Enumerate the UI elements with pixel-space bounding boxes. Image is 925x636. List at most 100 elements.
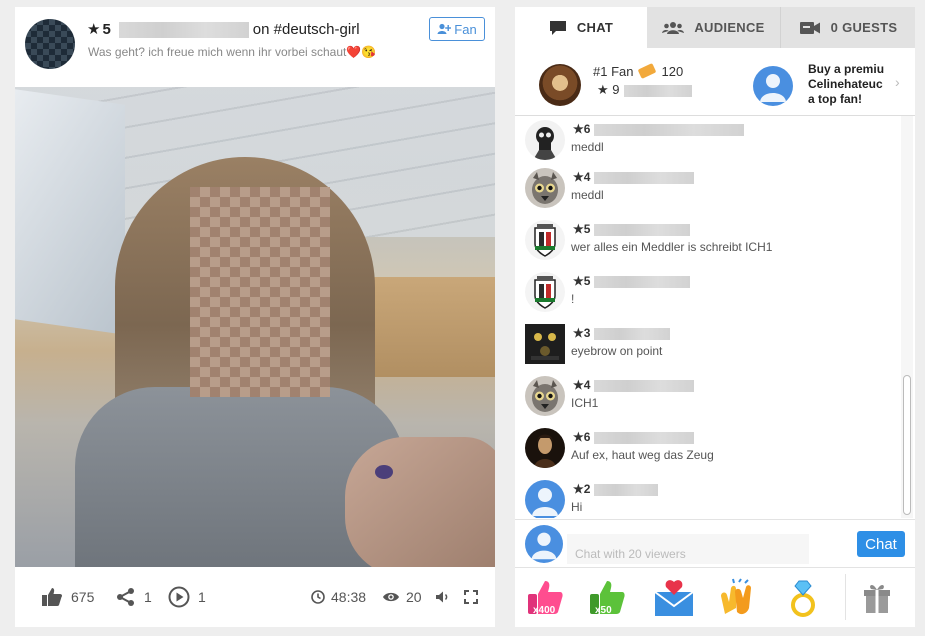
message-text: wer alles ein Meddler is schreibt ICH1 (571, 240, 773, 254)
gift-box-button[interactable] (857, 578, 897, 618)
message-text: ICH1 (571, 396, 599, 410)
message-username[interactable]: ★6 (573, 122, 745, 136)
chat-panel: CHAT AUDIENCE 0 GUESTS #1 Fan 120 ★ 9 Buy… (515, 7, 915, 627)
redacted-username (594, 171, 695, 184)
chat-bubble-icon (549, 20, 566, 35)
message-username[interactable]: ★5 (573, 222, 691, 236)
share-control[interactable]: 1 (116, 567, 152, 627)
like-gift[interactable]: x400 (525, 578, 565, 618)
tab-audience-label: AUDIENCE (694, 20, 765, 35)
coat-of-arms-icon (534, 276, 556, 309)
video-player[interactable] (15, 87, 495, 567)
redacted-username (594, 379, 695, 392)
user-avatar[interactable] (525, 480, 565, 518)
top-fan-avatar[interactable] (539, 64, 581, 106)
redacted-username[interactable] (118, 22, 249, 39)
user-avatar[interactable] (525, 168, 565, 208)
message-text: eyebrow on point (571, 344, 663, 358)
message-username[interactable]: ★4 (573, 170, 695, 184)
message-username[interactable]: ★5 (573, 274, 691, 288)
message-username[interactable]: ★3 (573, 326, 671, 340)
message-level: 2 (583, 482, 591, 496)
chat-scrollbar-thumb[interactable] (903, 375, 911, 515)
lemur-avatar-icon (532, 172, 558, 204)
user-avatar[interactable] (525, 272, 565, 312)
eye-icon (383, 592, 399, 602)
chevron-right-icon[interactable]: › (895, 74, 900, 90)
chat-message: ★6 meddl (525, 120, 895, 172)
redacted-username (623, 84, 692, 97)
clapping-hands-gift[interactable] (717, 578, 757, 618)
audience-icon (662, 21, 685, 34)
video-background-window (15, 89, 125, 335)
gift-box-icon (864, 584, 890, 613)
coat-of-arms-icon (534, 224, 556, 257)
redacted-username (594, 431, 695, 444)
message-username[interactable]: ★2 (573, 482, 659, 496)
tab-chat[interactable]: CHAT (515, 7, 647, 48)
user-avatar[interactable] (525, 376, 565, 416)
user-avatar[interactable] (525, 120, 565, 160)
broadcast-description-text: Was geht? ich freue mich wenn ihr vorbei… (88, 45, 347, 59)
chat-message: ★2 Hi (525, 480, 895, 518)
user-silhouette-icon (532, 488, 558, 516)
dark-figures-avatar-icon (531, 333, 559, 360)
tab-audience[interactable]: AUDIENCE (647, 7, 781, 48)
fan-button[interactable]: Fan (429, 17, 485, 41)
premium-prompt-line2: Celinehateuc (808, 77, 883, 91)
chat-message-list[interactable]: ★6 meddl ★4 meddl ★5 wer alles ein Meddl… (515, 116, 915, 518)
like-gift-green[interactable]: x50 (587, 578, 627, 618)
broadcaster-avatar[interactable] (25, 19, 75, 69)
message-username[interactable]: ★4 (573, 378, 695, 392)
top-fan-level: 9 (612, 82, 620, 97)
skull-avatar-icon (533, 127, 557, 160)
heart-kiss-emoji: ❤️😘 (346, 45, 377, 59)
replay-control[interactable]: 1 (168, 567, 206, 627)
tab-guests[interactable]: 0 GUESTS (781, 7, 915, 48)
clapping-hands-icon (721, 578, 751, 615)
top-fan-user[interactable]: ★ 9 (597, 82, 692, 98)
gift-bar: x400 x50 (515, 567, 915, 627)
top-fan-rank: #1 Fan 120 (593, 63, 683, 79)
premium-prompt[interactable]: Buy a premiu Celinehateuc a top fan! (808, 62, 886, 107)
diamond-ring-icon (791, 580, 815, 617)
redacted-username (594, 483, 659, 496)
share-icon (117, 588, 134, 606)
chat-send-button[interactable]: Chat (857, 531, 905, 557)
message-level: 4 (583, 170, 591, 184)
message-level: 4 (583, 378, 591, 392)
broadcaster-level: 5 (102, 21, 111, 38)
chat-input[interactable] (567, 534, 809, 564)
chat-message: ★5 wer alles ein Meddler is schreibt ICH… (525, 220, 895, 272)
message-username[interactable]: ★6 (573, 430, 695, 444)
duration-display: 48:38 (311, 567, 366, 627)
message-level: 5 (583, 274, 591, 288)
message-text: meddl (571, 140, 604, 154)
broadcast-tag[interactable]: on #deutsch-girl (253, 21, 360, 38)
thumbs-up-icon (42, 588, 62, 606)
tab-chat-label: CHAT (576, 20, 614, 35)
user-avatar[interactable] (525, 220, 565, 260)
portrait-avatar-icon (534, 434, 556, 468)
chat-input-bar: Chat (515, 519, 915, 567)
fullscreen-button[interactable] (464, 567, 478, 627)
broadcast-panel: ★ 5 on #deutsch-girl Was geht? ich freue m… (15, 7, 495, 627)
default-user-avatar (753, 66, 793, 106)
chat-message: ★6 Auf ex, haut weg das Zeug (525, 428, 895, 480)
chat-message: ★4 meddl (525, 168, 895, 220)
premium-prompt-line1: Buy a premiu (808, 62, 885, 76)
love-letter-gift[interactable] (653, 578, 694, 618)
user-avatar[interactable] (525, 324, 565, 364)
top-fan-bar: #1 Fan 120 ★ 9 Buy a premiu Celinehateuc … (515, 48, 915, 116)
volume-icon (436, 591, 448, 603)
volume-button[interactable] (435, 567, 451, 627)
message-level: 6 (583, 122, 591, 136)
share-count: 1 (144, 589, 152, 605)
user-avatar[interactable] (525, 428, 565, 468)
viewer-count-display: 20 (382, 567, 422, 627)
replay-count: 1 (198, 589, 206, 605)
video-subject-nail (375, 465, 393, 479)
diamond-ring-gift[interactable] (783, 578, 823, 618)
like-control[interactable]: 675 (41, 567, 94, 627)
star-icon: ★ (597, 82, 609, 97)
